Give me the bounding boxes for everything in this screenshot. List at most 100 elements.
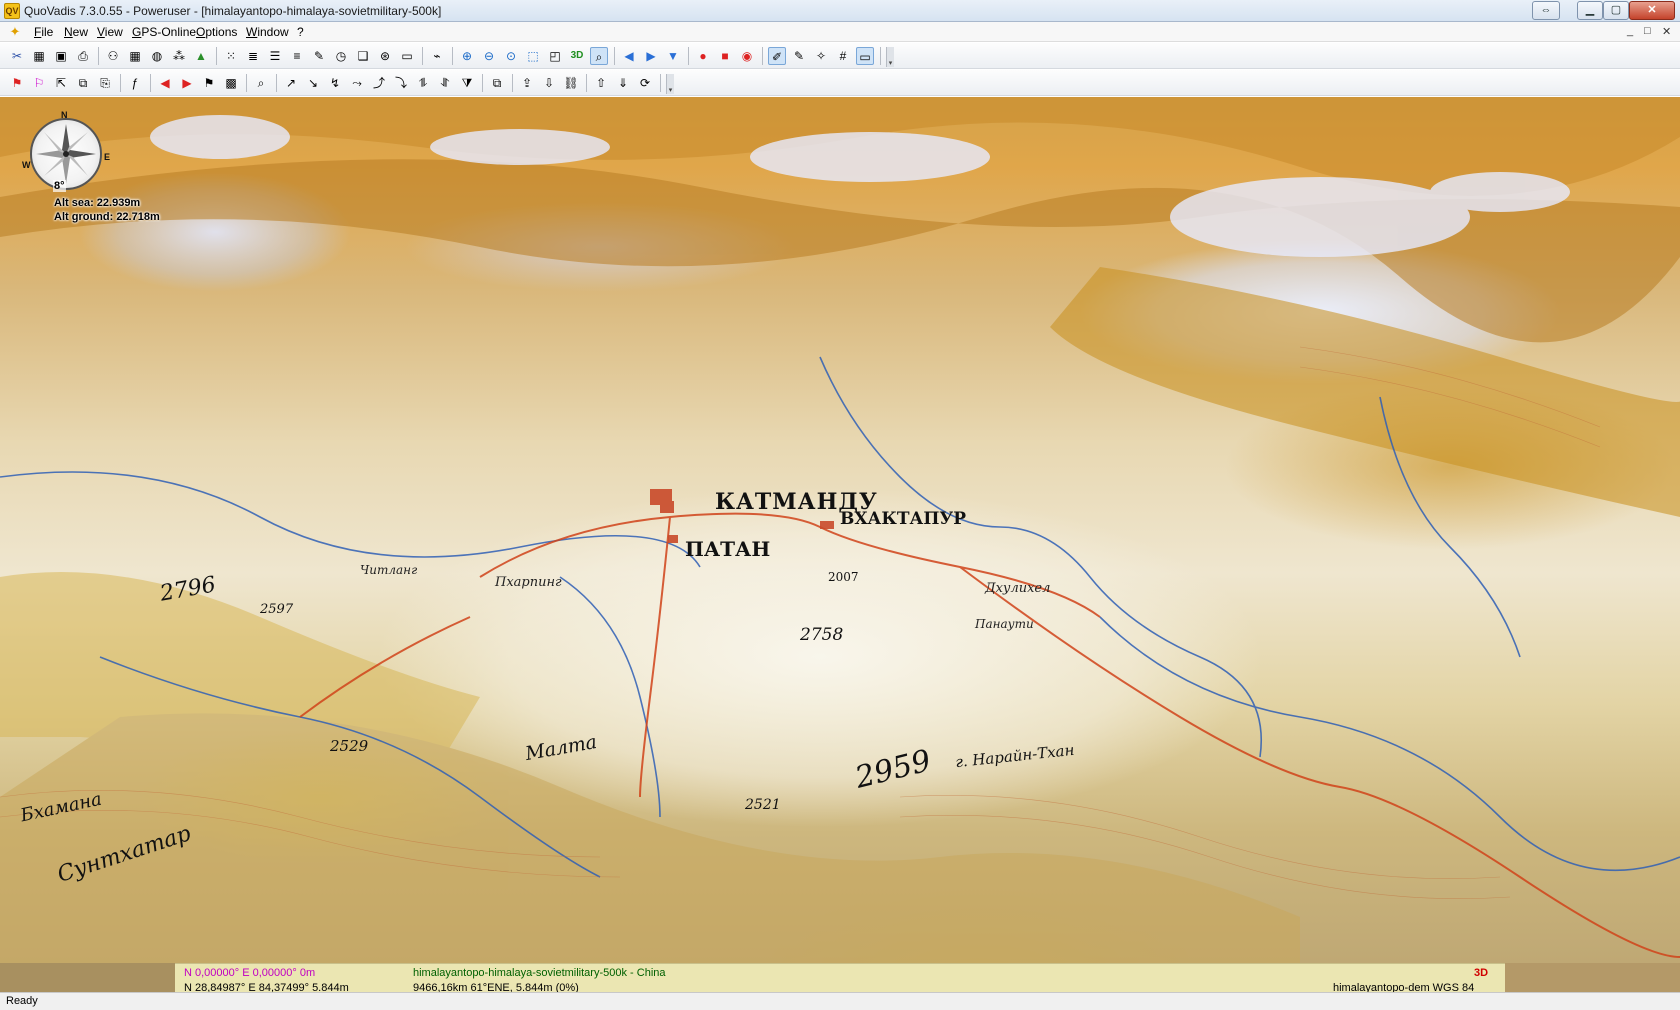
waypoint-paste-icon[interactable]: ⎘	[96, 74, 114, 92]
satellite-icon[interactable]: ⊛	[376, 47, 394, 65]
dots-icon[interactable]: ⁙	[222, 47, 240, 65]
book-icon[interactable]: ❑	[354, 47, 372, 65]
track-list-icon[interactable]: ≡	[288, 47, 306, 65]
zoom-fit-icon[interactable]: ⊙	[502, 47, 520, 65]
grid-icon[interactable]: ▦	[126, 47, 144, 65]
layers-icon[interactable]: ≣	[244, 47, 262, 65]
waypoint-copy-icon[interactable]: ⧉	[74, 74, 92, 92]
3d-view-icon[interactable]: ◰	[546, 47, 564, 65]
copy-layer-icon[interactable]: ⧉	[488, 74, 506, 92]
menu-bar: ✦ File New View GPS-Online Options Windo…	[0, 22, 1680, 42]
filter-icon[interactable]: ⧩	[458, 74, 476, 92]
export-icon[interactable]: ⇪	[518, 74, 536, 92]
zoom-in-icon[interactable]: ⊕	[458, 47, 476, 65]
save-icon[interactable]: ▣	[52, 47, 70, 65]
gps-download-icon[interactable]: ⇓	[614, 74, 632, 92]
arrow-left-red-icon[interactable]: ◀	[156, 74, 174, 92]
menu-file[interactable]: File	[34, 25, 53, 39]
waypoint-delete-icon[interactable]: ⚐	[30, 74, 48, 92]
mdi-close-icon[interactable]: ✕	[1662, 25, 1671, 38]
waypoint-edit-icon[interactable]: ✎	[310, 47, 328, 65]
map-label-chitlang: Читланг	[360, 563, 418, 577]
gps-icon[interactable]: ⌁	[428, 47, 446, 65]
flag-icon[interactable]: ⚑	[200, 74, 218, 92]
mountain-icon[interactable]: ▲	[192, 47, 210, 65]
waypoints-icon[interactable]: ⁂	[170, 47, 188, 65]
menu-help[interactable]: ?	[297, 25, 304, 39]
menu-window[interactable]: Window	[246, 25, 289, 39]
map-label-elevation-2521: 2521	[745, 797, 781, 813]
draw-icon[interactable]: ✐	[768, 47, 786, 65]
track-split-icon[interactable]: ⥮	[414, 74, 432, 92]
pencil-icon[interactable]: ✎	[790, 47, 808, 65]
waypoint-new-icon[interactable]: ⚑	[8, 74, 26, 92]
globe-icon[interactable]: ◍	[148, 47, 166, 65]
zoom-selected-icon[interactable]: ⌕	[590, 47, 608, 65]
ruler-icon[interactable]: ▭	[398, 47, 416, 65]
forward-icon[interactable]: ▶	[642, 47, 660, 65]
map-label-elevation-2007: 2007	[828, 570, 859, 584]
tools-icon[interactable]: ✂	[8, 47, 26, 65]
menu-view[interactable]: View	[97, 25, 123, 39]
open-map-icon[interactable]: ▦	[30, 47, 48, 65]
print-icon[interactable]: ⎙	[74, 47, 92, 65]
track-join-icon[interactable]: ⥯	[436, 74, 454, 92]
zoom-out-icon[interactable]: ⊖	[480, 47, 498, 65]
toolbar-overflow-chevron-icon[interactable]: ▾	[886, 47, 894, 67]
compass-tool-icon[interactable]: ✧	[812, 47, 830, 65]
color-icon[interactable]: ▩	[222, 74, 240, 92]
compass-rose-icon[interactable]	[30, 118, 102, 190]
track-remove-icon[interactable]: ⤵	[392, 74, 410, 92]
toolbar-separator	[150, 74, 151, 92]
frame-icon[interactable]: ▭	[856, 47, 874, 65]
binoculars-icon[interactable]: ⚇	[104, 47, 122, 65]
clock-icon[interactable]: ◷	[332, 47, 350, 65]
track-add-icon[interactable]: ⤴	[370, 74, 388, 92]
zoom-rect-icon[interactable]: ⬚	[524, 47, 542, 65]
back-icon[interactable]: ◀	[620, 47, 638, 65]
menu-new[interactable]: New	[64, 25, 88, 39]
down-icon[interactable]: ▼	[664, 47, 682, 65]
search-icon[interactable]: ⌕	[252, 74, 270, 92]
link-icon[interactable]: ⛓	[562, 74, 580, 92]
mdi-minimize-icon[interactable]: _	[1627, 25, 1633, 37]
toolbar-separator	[246, 74, 247, 92]
route-join-icon[interactable]: ⤳	[348, 74, 366, 92]
import-icon[interactable]: ⇩	[540, 74, 558, 92]
route-split-icon[interactable]: ↯	[326, 74, 344, 92]
toolbar-separator	[660, 74, 661, 92]
compass-west-label: W	[22, 160, 31, 170]
map-label-pharping: Пхарпинг	[495, 575, 562, 590]
compass-east-label: E	[104, 152, 111, 162]
grid-toggle-icon[interactable]: #	[834, 47, 852, 65]
3d-label-icon[interactable]: 3D	[568, 47, 586, 65]
toolbar-separator	[512, 74, 513, 92]
waypoint-move-icon[interactable]: ⇱	[52, 74, 70, 92]
close-icon[interactable]: ✕	[1629, 1, 1675, 20]
edit-toolbar: ⚑ ⚐ ⇱ ⧉ ⎘ ƒ ◀ ▶ ⚑ ▩ ⌕ ↗ ↘ ↯ ⤳ ⤴ ⤵ ⥮ ⥯ ⧩ ⧉ ⇪ ⇩ ⛓ ⇧ ⇓ ⟳ ▾	[0, 70, 1680, 96]
toolbar-separator	[216, 47, 217, 65]
menu-gps-online[interactable]: GPS-Online	[132, 25, 196, 39]
record-icon[interactable]: ●	[694, 47, 712, 65]
record-stop-icon[interactable]: ■	[716, 47, 734, 65]
arrow-right-red-icon[interactable]: ▶	[178, 74, 196, 92]
map-3d-view[interactable]: КАТМАНДУ ПАТАН ВХАКТАПУР 2758 2959 г. На…	[0, 97, 1680, 963]
quovadis-app-icon[interactable]: QV	[4, 3, 20, 19]
menu-options[interactable]: Options	[196, 25, 237, 39]
main-toolbar: ✂ ▦ ▣ ⎙ ⚇ ▦ ◍ ⁂ ▲ ⁙ ≣ ☰ ≡ ✎ ◷ ❑ ⊛ ▭ ⌁ ⊕ ⊖ ⊙ ⬚ ◰ 3D ⌕ ◀ ▶ ▼ ● ■ ◉ ✐ ✎ ✧ # ▭ ▾	[0, 43, 1680, 69]
route-add-icon[interactable]: ↗	[282, 74, 300, 92]
route-list-icon[interactable]: ☰	[266, 47, 284, 65]
minimize-icon[interactable]: ▁	[1577, 1, 1603, 20]
map-label-elevation-2758: 2758	[800, 625, 844, 645]
document-menu-icon[interactable]: ✦	[8, 25, 22, 39]
record-pause-icon[interactable]: ◉	[738, 47, 756, 65]
mdi-restore-icon[interactable]: □	[1644, 25, 1651, 37]
gps-sync-icon[interactable]: ⟳	[636, 74, 654, 92]
toolbar-separator	[586, 74, 587, 92]
script-icon[interactable]: ƒ	[126, 74, 144, 92]
route-remove-icon[interactable]: ↘	[304, 74, 322, 92]
maximize-icon[interactable]: ▢	[1603, 1, 1629, 20]
gps-upload-icon[interactable]: ⇧	[592, 74, 610, 92]
restore-alt-icon[interactable]: ⇔	[1532, 1, 1560, 20]
toolbar-overflow-chevron-icon[interactable]: ▾	[666, 74, 674, 94]
